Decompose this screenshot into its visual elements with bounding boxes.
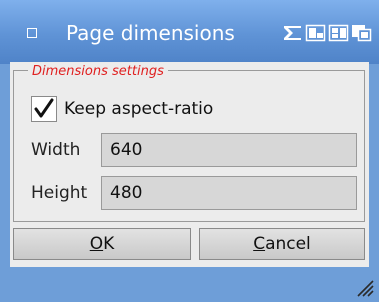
window-title: Page dimensions	[66, 21, 235, 45]
ok-label: K	[103, 234, 115, 254]
cancel-button[interactable]: Cancel	[199, 228, 365, 260]
dialog-body: Dimensions settings Keep aspect-ratio Wi…	[10, 62, 369, 267]
keep-aspect-label[interactable]: Keep aspect-ratio	[64, 96, 213, 122]
minimize-icon[interactable]	[282, 24, 304, 42]
close-icon[interactable]	[27, 28, 37, 38]
overlap-icon[interactable]	[351, 24, 373, 42]
group-legend: Dimensions settings	[28, 62, 168, 82]
maximize-icon[interactable]	[328, 24, 350, 42]
check-icon	[34, 98, 54, 118]
status-bar	[0, 267, 379, 302]
dialog-window: Page dimensions Dimensions settings Keep…	[0, 0, 379, 302]
width-label: Width	[31, 140, 81, 160]
title-bar[interactable]: Page dimensions	[0, 0, 379, 64]
restore-icon[interactable]	[305, 24, 327, 42]
height-label: Height	[31, 183, 88, 203]
cancel-mnemonic: C	[253, 234, 266, 254]
resize-grip-icon[interactable]	[355, 278, 375, 298]
width-input[interactable]: 640	[101, 133, 357, 167]
keep-aspect-checkbox[interactable]	[31, 96, 57, 122]
height-input[interactable]: 480	[101, 176, 357, 210]
cancel-label: ancel	[265, 234, 311, 254]
ok-mnemonic: O	[89, 234, 104, 254]
ok-button[interactable]: OK	[13, 228, 191, 260]
